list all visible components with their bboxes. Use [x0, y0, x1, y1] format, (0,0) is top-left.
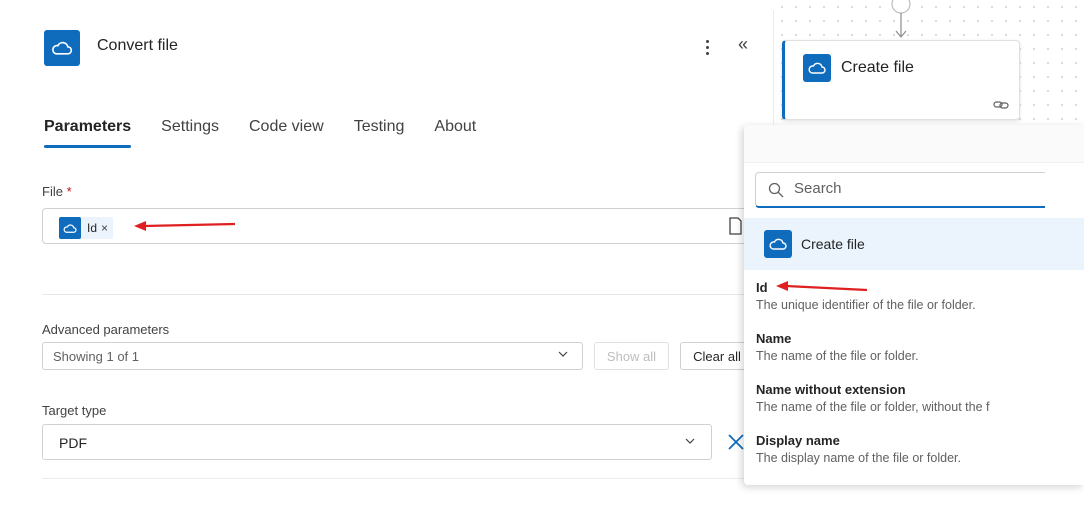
item-name: Id — [756, 280, 768, 295]
onedrive-cloud-icon — [764, 230, 792, 258]
item-name: Name without extension — [756, 382, 906, 397]
tab-code-view[interactable]: Code view — [249, 118, 324, 148]
item-description: The unique identifier of the file or fol… — [756, 298, 976, 312]
token-remove-button[interactable]: × — [101, 221, 113, 235]
token-label: Id — [87, 221, 98, 235]
tab-about[interactable]: About — [434, 118, 476, 148]
target-type-value: PDF — [59, 435, 87, 451]
group-title: Create file — [801, 236, 865, 252]
link-icon — [993, 101, 1009, 109]
required-marker: * — [66, 184, 72, 199]
dynamic-token-id[interactable]: Id × — [59, 217, 114, 239]
file-label-text: File — [42, 184, 63, 199]
tab-settings[interactable]: Settings — [161, 118, 219, 148]
card-title: Create file — [841, 59, 914, 76]
section-divider — [42, 478, 750, 479]
panel-tabs: Parameters Settings Code view Testing Ab… — [44, 118, 506, 148]
item-name: Name — [756, 331, 792, 346]
search-input[interactable] — [794, 180, 1024, 197]
dynamic-content-item-display-name[interactable]: Display name The display name of the fil… — [756, 433, 1076, 465]
item-name: Display name — [756, 433, 840, 448]
action-title[interactable]: Convert file — [97, 37, 178, 55]
flow-connector-icon — [891, 0, 911, 38]
advanced-parameters-label: Advanced parameters — [42, 322, 170, 337]
dynamic-content-item-name-without-extension[interactable]: Name without extension The name of the f… — [756, 382, 1076, 414]
dynamic-content-search[interactable] — [755, 172, 1045, 208]
section-divider — [42, 294, 750, 295]
show-all-button[interactable]: Show all — [594, 342, 669, 370]
tab-parameters[interactable]: Parameters — [44, 118, 132, 148]
chevron-down-icon — [685, 438, 695, 444]
item-description: The name of the file or folder, without … — [756, 400, 990, 414]
item-description: The name of the file or folder. — [756, 349, 919, 363]
double-chevron-left-icon[interactable]: « — [738, 34, 748, 55]
popup-header — [744, 125, 1084, 163]
advanced-parameters-dropdown[interactable]: Showing 1 of 1 — [42, 342, 583, 370]
target-type-dropdown[interactable]: PDF — [42, 424, 712, 460]
dynamic-content-item-name[interactable]: Name The name of the file or folder. — [756, 331, 1076, 363]
action-config-panel: Convert file « Parameters Settings Code … — [22, 10, 774, 480]
clear-target-type-icon[interactable] — [726, 430, 746, 454]
dynamic-content-popup: Create file Id The unique identifier of … — [744, 125, 1084, 485]
tab-testing[interactable]: Testing — [354, 118, 405, 148]
more-vertical-icon[interactable] — [700, 36, 714, 58]
onedrive-cloud-icon — [59, 217, 81, 239]
clear-all-button[interactable]: Clear all — [680, 342, 754, 370]
dynamic-content-icon[interactable] — [727, 216, 745, 236]
onedrive-cloud-icon — [44, 30, 80, 66]
item-description: The display name of the file or folder. — [756, 451, 961, 465]
file-input[interactable]: Id × — [42, 208, 750, 244]
file-field-label: File * — [42, 184, 72, 199]
chevron-down-icon — [558, 351, 568, 357]
search-icon — [768, 182, 784, 198]
create-file-action-card[interactable]: Create file — [782, 40, 1020, 120]
advanced-parameters-value: Showing 1 of 1 — [53, 349, 140, 364]
dynamic-content-group-create-file[interactable]: Create file — [744, 218, 1084, 270]
dynamic-content-item-id[interactable]: Id The unique identifier of the file or … — [756, 280, 1076, 312]
target-type-label: Target type — [42, 403, 107, 418]
onedrive-cloud-icon — [803, 54, 831, 82]
